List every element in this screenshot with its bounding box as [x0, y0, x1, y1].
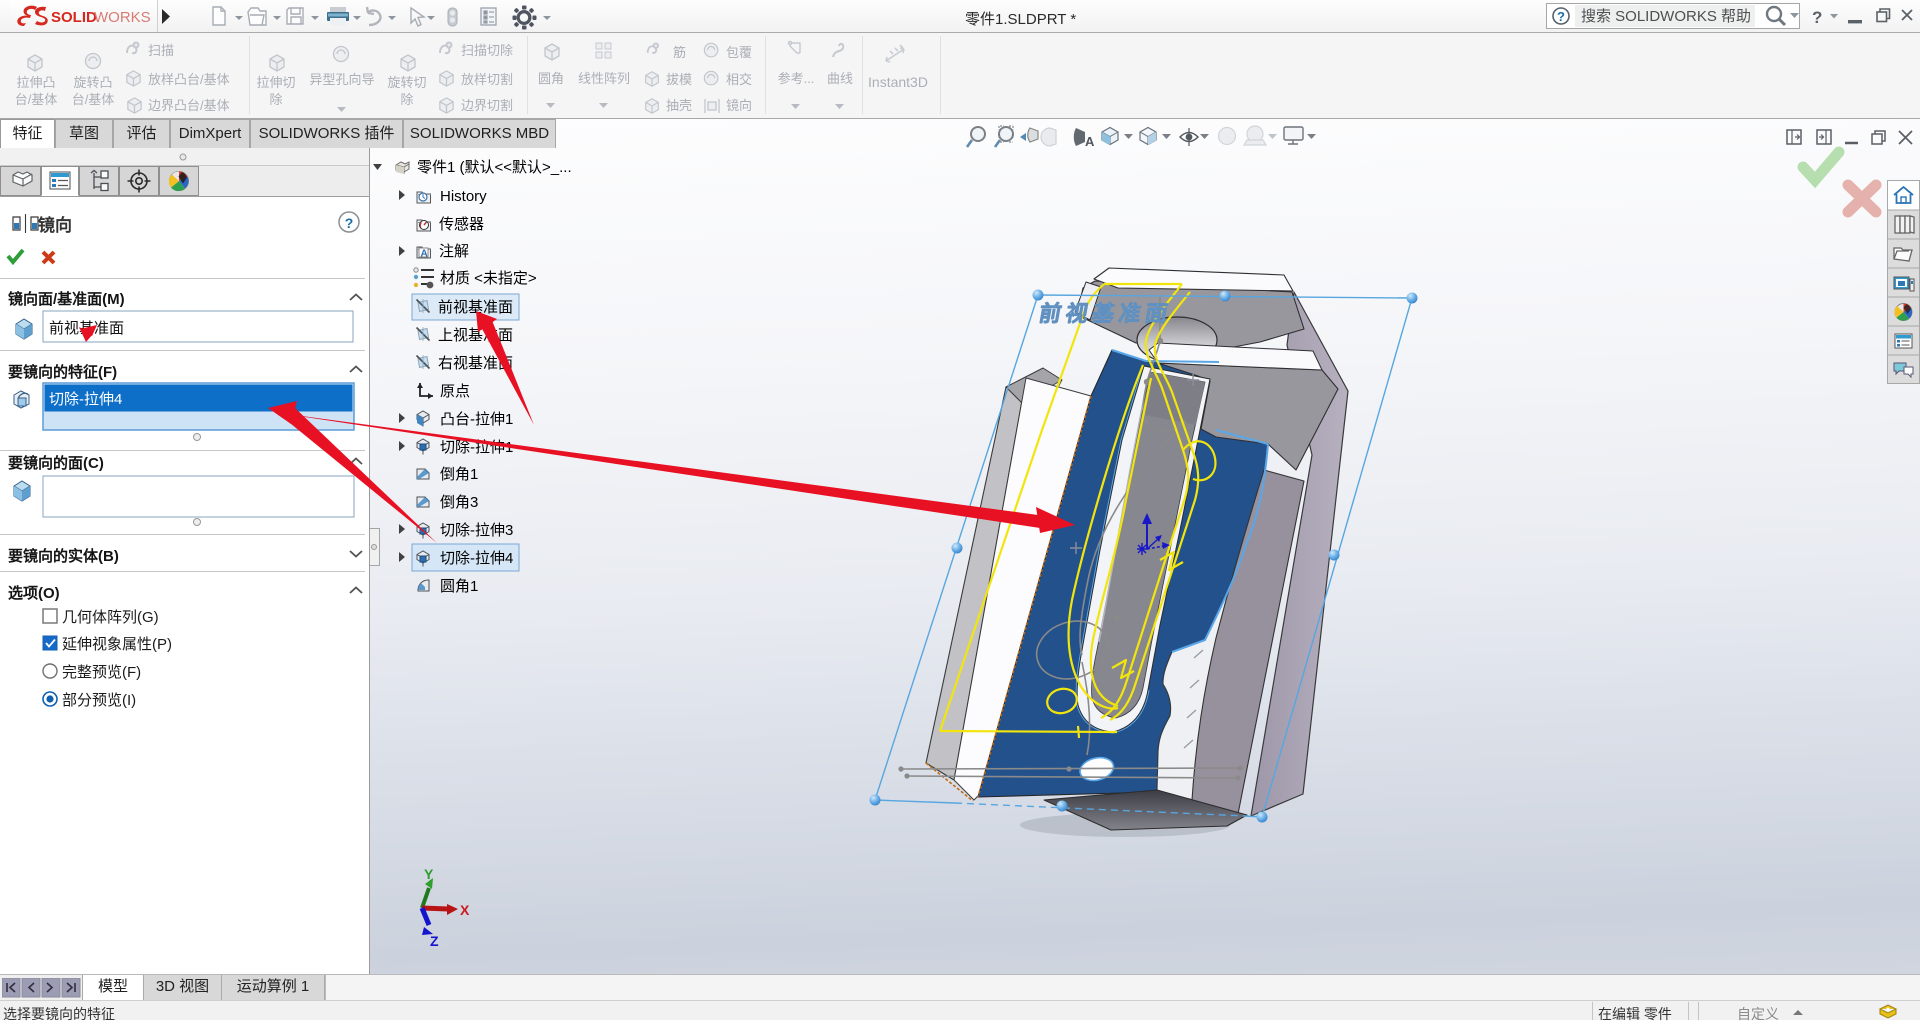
- svg-text:镜向面/基准面(M): 镜向面/基准面(M): [8, 290, 125, 308]
- svg-text:前视基准面: 前视基准面: [1037, 301, 1174, 326]
- svg-text:镜向: 镜向: [726, 98, 752, 113]
- svg-text:切除-拉伸3: 切除-拉伸3: [440, 522, 513, 539]
- svg-text:?: ?: [1557, 9, 1565, 24]
- svg-text:Instant3D: Instant3D: [868, 74, 928, 90]
- svg-text:扫描: 扫描: [148, 43, 174, 58]
- svg-text:边界凸台/基体: 边界凸台/基体: [148, 98, 230, 113]
- svg-text:相交: 相交: [726, 72, 752, 87]
- svg-text:完整预览(F): 完整预览(F): [62, 664, 141, 681]
- svg-text:选项(O): 选项(O): [8, 584, 60, 602]
- svg-text:旋转切: 旋转切: [387, 75, 426, 90]
- svg-text:镜向: 镜向: [38, 215, 72, 235]
- svg-text:材质 <未指定>: 材质 <未指定>: [440, 270, 537, 287]
- svg-text:旋转凸: 旋转凸: [73, 75, 112, 90]
- svg-text:几何体阵列(G): 几何体阵列(G): [62, 609, 159, 626]
- svg-text:A: A: [1085, 134, 1095, 149]
- svg-text:前视基准面: 前视基准面: [438, 299, 513, 316]
- svg-text:边界切割: 边界切割: [461, 98, 513, 113]
- svg-text:曲线: 曲线: [827, 71, 853, 86]
- svg-text:台/基体: 台/基体: [15, 92, 58, 107]
- svg-text:包覆: 包覆: [726, 45, 752, 60]
- svg-text:Y: Y: [424, 866, 434, 882]
- svg-text:凸台-拉伸1: 凸台-拉伸1: [440, 411, 513, 428]
- svg-text:零件1 (默认<<默认>_...: 零件1 (默认<<默认>_...: [417, 159, 572, 176]
- svg-text:倒角1: 倒角1: [440, 466, 478, 483]
- svg-text:?: ?: [345, 215, 354, 231]
- svg-text:切除-拉伸1: 切除-拉伸1: [440, 439, 513, 456]
- svg-text:除: 除: [400, 92, 413, 107]
- svg-text:参考...: 参考...: [778, 71, 815, 86]
- svg-text:X: X: [460, 902, 470, 918]
- svg-text:放样凸台/基体: 放样凸台/基体: [148, 72, 230, 87]
- svg-text:WORKS: WORKS: [94, 9, 151, 26]
- svg-text:?: ?: [1812, 8, 1822, 27]
- svg-text:History: History: [440, 188, 487, 205]
- svg-text:传感器: 传感器: [439, 216, 484, 233]
- svg-text:拔模: 拔模: [666, 72, 692, 87]
- svg-text:要镜向的面(C): 要镜向的面(C): [8, 454, 104, 472]
- svg-text:要镜向的实体(B): 要镜向的实体(B): [8, 547, 119, 565]
- svg-text:抽壳: 抽壳: [666, 98, 692, 113]
- svg-text:SOLID: SOLID: [51, 9, 97, 26]
- svg-text:前视基准面: 前视基准面: [49, 320, 124, 337]
- svg-text:切除-拉伸4: 切除-拉伸4: [440, 550, 513, 567]
- svg-text:倒角3: 倒角3: [440, 494, 478, 511]
- svg-text:上视基准面: 上视基准面: [438, 327, 513, 344]
- svg-text:原点: 原点: [440, 383, 470, 400]
- svg-text:扫描切除: 扫描切除: [461, 43, 513, 58]
- svg-text:圆角1: 圆角1: [440, 578, 478, 595]
- svg-text:右视基准面: 右视基准面: [438, 355, 513, 372]
- svg-text:异型孔向导: 异型孔向导: [309, 72, 374, 87]
- svg-text:A: A: [421, 249, 428, 260]
- svg-text:除: 除: [269, 92, 282, 107]
- svg-text:筋: 筋: [673, 45, 686, 60]
- svg-text:放样切割: 放样切割: [461, 72, 513, 87]
- svg-text:部分预览(I): 部分预览(I): [62, 692, 136, 709]
- svg-text:线性阵列: 线性阵列: [578, 71, 630, 86]
- svg-text:Z: Z: [430, 933, 439, 949]
- svg-text:切除-拉伸4: 切除-拉伸4: [49, 391, 122, 408]
- svg-text:搜索 SOLIDWORKS 帮助: 搜索 SOLIDWORKS 帮助: [1581, 8, 1751, 25]
- svg-text:圆角: 圆角: [538, 71, 564, 86]
- svg-text:拉伸切: 拉伸切: [256, 75, 295, 90]
- svg-text:拉伸凸: 拉伸凸: [16, 75, 55, 90]
- svg-text:台/基体: 台/基体: [72, 92, 115, 107]
- svg-text:延伸视象属性(P): 延伸视象属性(P): [62, 636, 172, 653]
- svg-text:要镜向的特征(F): 要镜向的特征(F): [8, 363, 117, 381]
- svg-text:注解: 注解: [439, 243, 469, 260]
